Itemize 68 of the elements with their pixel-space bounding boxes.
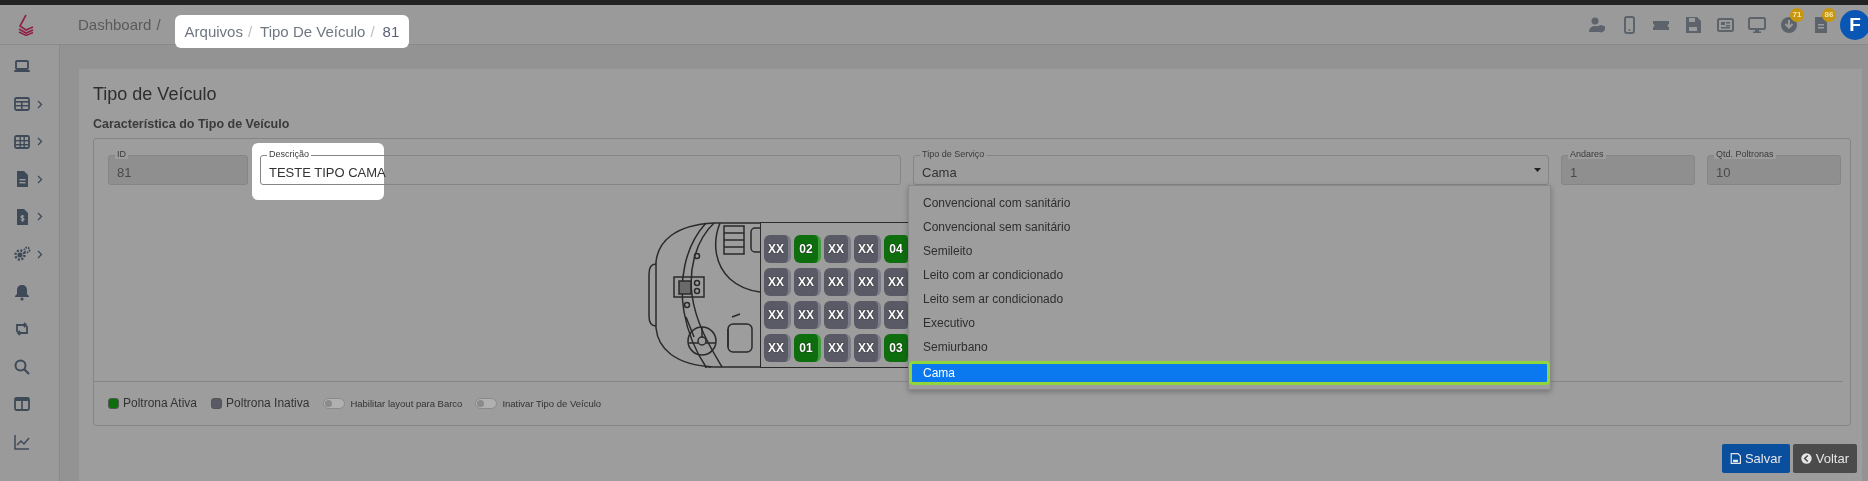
- table-icon[interactable]: [13, 95, 31, 114]
- seat[interactable]: XX: [854, 235, 881, 263]
- chevron-icon: [37, 99, 43, 109]
- field-label: Descrição: [267, 149, 311, 159]
- save-icon: [1729, 453, 1741, 464]
- breadcrumb-link[interactable]: Arquivos: [184, 23, 243, 40]
- chart-icon[interactable]: [13, 432, 31, 451]
- grid-icon[interactable]: [13, 132, 31, 151]
- chevron-icon: [37, 249, 43, 259]
- seat[interactable]: XX: [854, 268, 881, 296]
- section-title: Característica do Tipo de Veículo: [93, 116, 291, 132]
- toggle-switch[interactable]: [323, 397, 346, 409]
- user-icon[interactable]: [1588, 15, 1606, 34]
- monitor-icon[interactable]: [1748, 15, 1766, 34]
- dropdown-option[interactable]: Semileito: [909, 239, 1550, 263]
- toggle-label: Inativar Tipo de Veículo: [502, 397, 602, 409]
- field-label: Qtd. Poltronas: [1714, 149, 1776, 159]
- dropdown-option[interactable]: Executivo: [909, 311, 1550, 335]
- save-button[interactable]: Salvar: [1721, 444, 1790, 473]
- back-icon: [1800, 453, 1812, 464]
- seat[interactable]: XX: [854, 301, 881, 329]
- seat[interactable]: XX: [824, 268, 851, 296]
- seat[interactable]: XX: [764, 268, 791, 296]
- field-label: Tipo de Serviço: [920, 149, 987, 159]
- dropdown-option[interactable]: Convencional com sanitário: [909, 191, 1550, 215]
- toggle-switch[interactable]: [475, 397, 498, 409]
- seat[interactable]: XX: [824, 235, 851, 263]
- bell-icon[interactable]: [13, 282, 31, 301]
- legend-label: Poltrona Ativa: [123, 396, 198, 410]
- seat[interactable]: XX: [764, 235, 791, 263]
- notification-badge: 86: [1822, 7, 1836, 22]
- dropdown-option[interactable]: Leito sem ar condicionado: [909, 287, 1550, 311]
- seat[interactable]: XX: [794, 301, 821, 329]
- dropdown-option[interactable]: Convencional sem sanitário: [909, 215, 1550, 239]
- legend-label: Poltrona Inativa: [226, 396, 310, 410]
- caret-icon: [1534, 168, 1541, 172]
- breadcrumb-separator: /: [247, 23, 253, 40]
- dropdown-option[interactable]: Semiurbano: [909, 335, 1550, 359]
- toggle-label: Habilitar layout para Barco: [350, 397, 463, 409]
- columns-icon[interactable]: [13, 395, 31, 414]
- seat[interactable]: XX: [824, 334, 851, 362]
- dropdown-option[interactable]: Cama: [909, 361, 1550, 385]
- logo-icon: [17, 13, 35, 36]
- field-label: Andares: [1568, 149, 1606, 159]
- breadcrumb-separator: /: [370, 23, 375, 40]
- seat[interactable]: XX: [854, 334, 881, 362]
- breadcrumb-link[interactable]: Tipo De Veículo: [260, 23, 366, 40]
- breadcrumb-separator: /: [156, 16, 161, 33]
- field-label: ID: [115, 149, 128, 159]
- newspaper-icon[interactable]: [1716, 15, 1734, 34]
- notification-badge: 71: [1790, 7, 1804, 22]
- seat[interactable]: XX: [794, 268, 821, 296]
- seat[interactable]: XX: [764, 334, 791, 362]
- seat[interactable]: XX: [764, 301, 791, 329]
- search-icon[interactable]: [13, 357, 31, 376]
- chevron-icon: [37, 212, 43, 222]
- seat[interactable]: XX: [824, 301, 851, 329]
- save-icon[interactable]: [1684, 15, 1702, 34]
- gears-icon[interactable]: [13, 245, 31, 264]
- dropdown-option[interactable]: Leito com ar condicionado: [909, 263, 1550, 287]
- chevron-icon: [37, 174, 43, 184]
- chevron-icon: [37, 137, 43, 147]
- back-button[interactable]: Voltar: [1792, 444, 1857, 473]
- document-icon[interactable]: [1812, 15, 1830, 34]
- seat[interactable]: 02: [794, 235, 821, 263]
- seat[interactable]: 01: [794, 334, 821, 362]
- page-title: Tipo de Veículo: [93, 83, 218, 105]
- user-avatar[interactable]: F: [1840, 9, 1868, 40]
